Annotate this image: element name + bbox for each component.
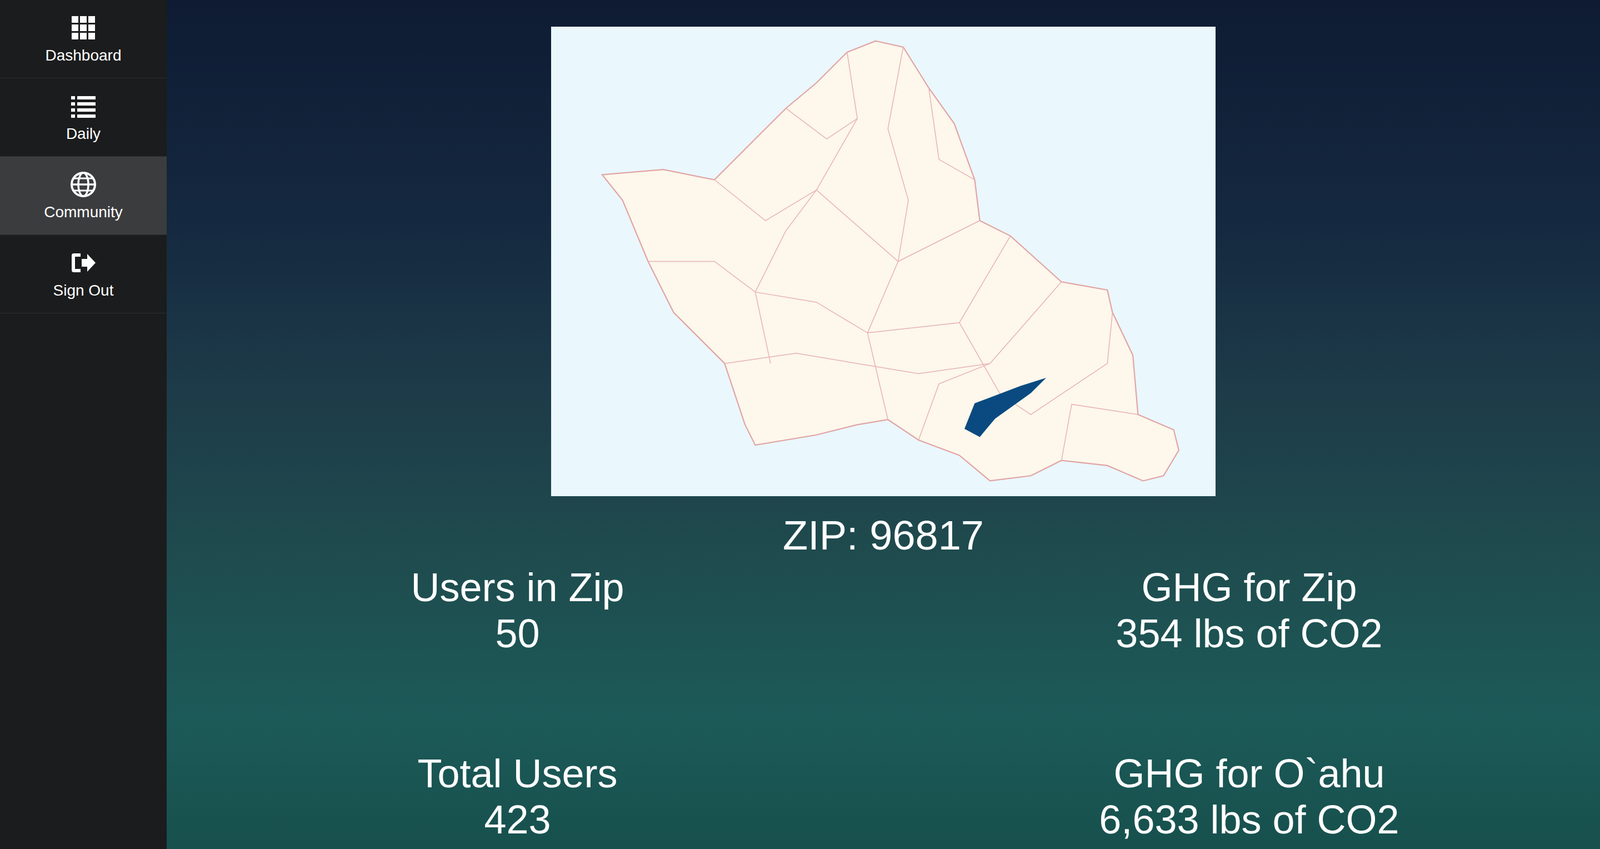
sidebar-item[interactable]: Community — [0, 156, 167, 235]
grid-icon — [69, 13, 98, 42]
sidebar-item[interactable]: Dashboard — [0, 0, 167, 79]
stat-label: Total Users — [240, 750, 796, 797]
stat: GHG for O`ahu6,633 lbs of CO2 — [971, 750, 1528, 843]
oahu-zip-map — [551, 26, 1216, 497]
stat-label: GHG for O`ahu — [971, 750, 1528, 797]
list-icon — [69, 92, 98, 120]
sidebar-item[interactable]: Sign Out — [0, 235, 167, 314]
sidebar-label: Community — [43, 203, 123, 222]
sidebar-item[interactable]: Daily — [0, 78, 167, 157]
stats-grid: Users in Zip50 GHG for Zip354 lbs of CO2 T… — [240, 564, 1528, 843]
zip-label: ZIP: 96817 — [782, 512, 984, 559]
sidebar-label: Dashboard — [45, 47, 122, 65]
sidebar-label: Sign Out — [53, 282, 114, 300]
stat-label: GHG for Zip — [971, 564, 1528, 611]
stat: Users in Zip50 — [240, 564, 796, 657]
community-panel: ZIP: 96817 Users in Zip50 GHG for Zip354 … — [166, 0, 1600, 849]
sidebar-label: Daily — [66, 125, 101, 143]
stat-value: 423 — [240, 796, 796, 843]
sidebar: Dashboard Daily Community Sign Out — [0, 0, 167, 849]
stat-value: 50 — [240, 610, 796, 657]
globe-icon — [69, 170, 98, 199]
stat: Total Users423 — [240, 750, 796, 843]
stat-value: 354 lbs of CO2 — [971, 610, 1528, 657]
sign-out-icon — [69, 248, 98, 277]
stat-value: 6,633 lbs of CO2 — [971, 796, 1528, 843]
stat-label: Users in Zip — [240, 564, 796, 611]
stat: GHG for Zip354 lbs of CO2 — [971, 564, 1528, 657]
